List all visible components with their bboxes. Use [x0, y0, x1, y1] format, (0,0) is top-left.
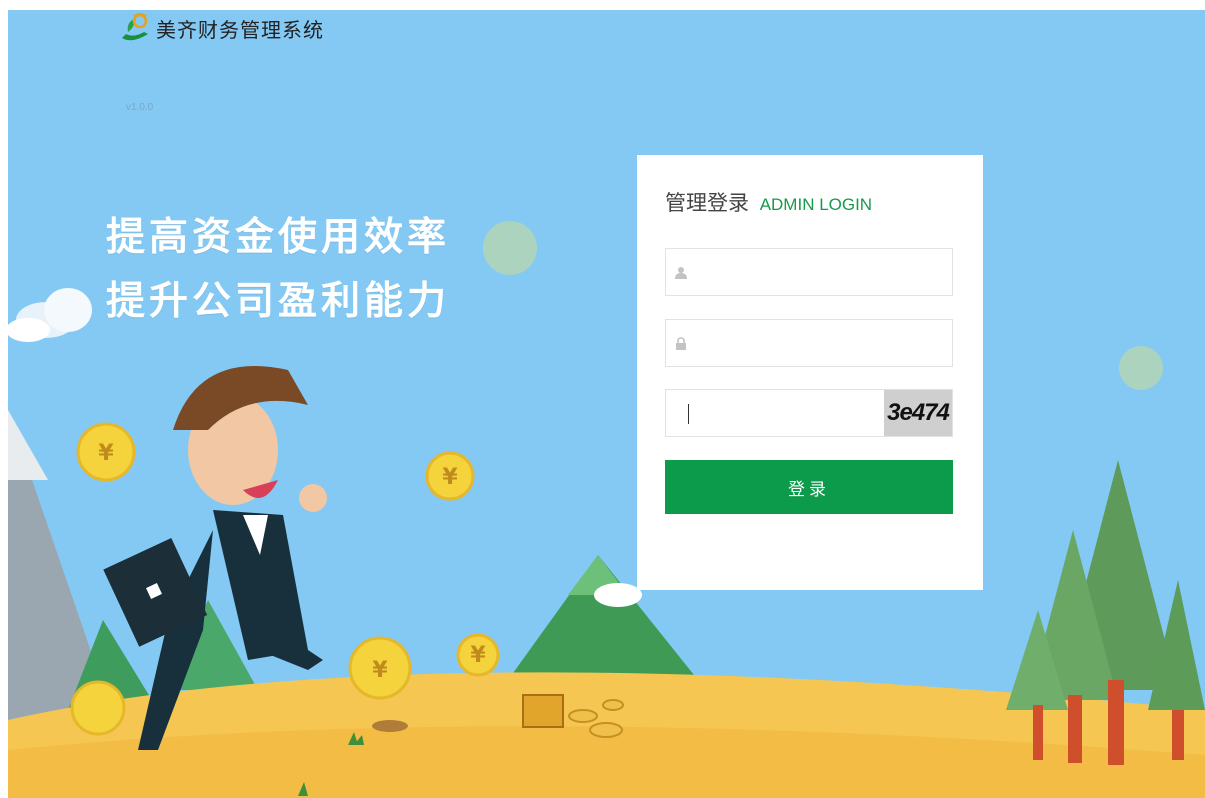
- captcha-field: 3e474: [665, 389, 953, 438]
- username-input[interactable]: [696, 249, 950, 297]
- password-input[interactable]: [696, 320, 950, 368]
- login-title-en: ADMIN LOGIN: [759, 195, 873, 214]
- background-illustration: ¥ ¥ ¥ ¥: [8, 221, 1205, 798]
- login-button[interactable]: 登录: [665, 460, 953, 514]
- svg-text:¥: ¥: [98, 441, 114, 466]
- slogan-line-1: 提高资金使用效率: [106, 215, 451, 260]
- svg-text:¥: ¥: [372, 658, 388, 683]
- login-title: 管理登录 ADMIN LOGIN: [665, 187, 872, 217]
- svg-text:¥: ¥: [442, 465, 458, 490]
- captcha-image[interactable]: 3e474: [884, 390, 952, 436]
- login-page: ¥ ¥ ¥ ¥ 美齐财务管理系统 v1.0.0 提高资金使用效率 提升公司盈利能…: [8, 10, 1205, 798]
- slogan-line-2: 提升公司盈利能力: [106, 279, 451, 324]
- app-title: 美齐财务管理系统: [156, 17, 324, 42]
- leaf-hand-logo-icon: [122, 13, 148, 41]
- svg-text:¥: ¥: [470, 643, 486, 668]
- version-label: v1.0.0: [126, 102, 154, 113]
- lock-icon: [676, 337, 686, 350]
- user-icon: [675, 267, 687, 279]
- login-title-cn: 管理登录: [665, 191, 749, 215]
- password-field: [665, 319, 953, 368]
- app-logo: 美齐财务管理系统: [120, 12, 324, 44]
- username-field: [665, 248, 953, 297]
- login-panel: 管理登录 ADMIN LOGIN 3e474 登录: [637, 155, 983, 590]
- captcha-input[interactable]: [684, 390, 868, 438]
